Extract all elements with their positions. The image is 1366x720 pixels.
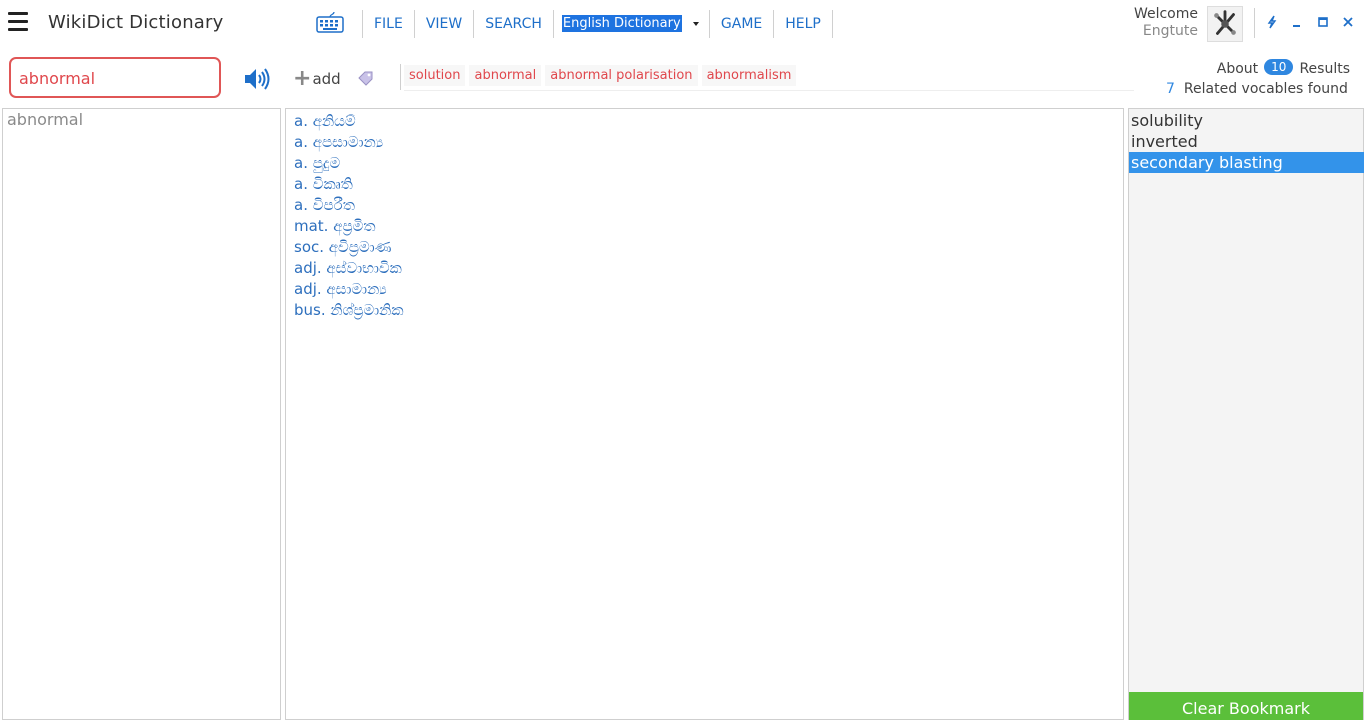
suggestion-list: solution abnormal abnormal polarisation …	[404, 65, 797, 86]
menu-file[interactable]: FILE	[362, 10, 414, 38]
bookmark-panel: solubility inverted secondary blasting	[1128, 108, 1364, 720]
lightning-icon[interactable]	[1264, 14, 1280, 30]
add-label: add	[312, 70, 341, 88]
title-separator	[1254, 8, 1255, 38]
meaning-item[interactable]: adj. අසාමාන්‍ය	[294, 279, 404, 300]
suggestion-solution[interactable]: solution	[404, 65, 466, 86]
suggestion-abnormal[interactable]: abnormal	[469, 65, 542, 86]
dictionary-select[interactable]: English Dictionary	[552, 10, 710, 38]
title-bar: WikiDict Dictionary FILE VIEW SEARCH Eng…	[0, 0, 1366, 46]
main-menu: FILE VIEW SEARCH English Dictionary GAME…	[362, 10, 833, 38]
bookmark-item[interactable]: inverted	[1129, 131, 1364, 152]
app-title: WikiDict Dictionary	[48, 12, 224, 33]
plus-icon: +	[293, 66, 312, 91]
search-toolbar: + add solution abnormal abnormal polaris…	[0, 46, 1366, 106]
related-count: 7	[1166, 81, 1175, 97]
results-summary: About 10 Results 7 Related vocables found	[1150, 59, 1350, 97]
meanings-panel: a. අනියම් a. අපසාමාන්‍ය a. පුදුම a. විකෘ…	[285, 108, 1124, 720]
menu-search[interactable]: SEARCH	[473, 10, 553, 38]
about-results-line: About 10 Results	[1150, 59, 1350, 79]
related-label: Related vocables found	[1183, 81, 1348, 97]
history-panel: abnormal	[2, 108, 281, 720]
meaning-item[interactable]: bus. නිශ්ප්‍රමානික	[294, 300, 404, 321]
chevron-down-icon	[692, 22, 699, 26]
meaning-item[interactable]: mat. අප්‍රමිත	[294, 216, 404, 237]
suggestions-divider	[400, 64, 401, 90]
meaning-item[interactable]: soc. අවිප්‍රමාණ	[294, 237, 404, 258]
welcome-block: Welcome Engtute	[1126, 6, 1198, 40]
bookmark-item-selected[interactable]: secondary blasting	[1129, 152, 1364, 173]
suggestion-abnormal-polarisation[interactable]: abnormal polarisation	[545, 65, 698, 86]
dictionary-select-value: English Dictionary	[561, 15, 682, 32]
bookmark-list: solubility inverted secondary blasting	[1129, 110, 1364, 173]
meaning-item[interactable]: a. අනියම්	[294, 111, 404, 132]
menu-view[interactable]: VIEW	[413, 10, 473, 38]
welcome-label: Welcome	[1133, 6, 1198, 22]
meaning-item[interactable]: a. විපරීත	[294, 195, 404, 216]
history-item[interactable]: abnormal	[7, 110, 83, 129]
add-word-button[interactable]: + add	[293, 66, 341, 91]
about-label: About	[1216, 61, 1259, 77]
clear-bookmark-button[interactable]: Clear Bookmark	[1129, 692, 1363, 720]
meaning-item[interactable]: a. විකෘති	[294, 174, 404, 195]
hamburger-menu-icon[interactable]	[8, 12, 28, 32]
speaker-icon[interactable]	[242, 66, 270, 92]
user-name: Engtute	[1142, 23, 1198, 39]
bookmark-item[interactable]: solubility	[1129, 110, 1364, 131]
meaning-item[interactable]: a. පුදුම	[294, 153, 404, 174]
meaning-item[interactable]: a. අපසාමාන්‍ය	[294, 132, 404, 153]
suggestions-underline	[404, 90, 1134, 91]
avatar-icon[interactable]	[1207, 6, 1243, 42]
related-vocables-line: 7 Related vocables found	[1166, 81, 1348, 97]
results-count-badge: 10	[1264, 59, 1294, 75]
results-label: Results	[1299, 61, 1350, 77]
menu-game[interactable]: GAME	[710, 10, 773, 38]
minimize-icon[interactable]	[1290, 14, 1306, 30]
meaning-item[interactable]: adj. අස්වාභාවික	[294, 258, 404, 279]
keyboard-icon[interactable]	[316, 12, 344, 34]
meaning-list: a. අනියම් a. අපසාමාන්‍ය a. පුදුම a. විකෘ…	[294, 111, 404, 321]
restore-icon[interactable]	[1315, 14, 1331, 30]
search-input[interactable]	[19, 67, 209, 89]
suggestion-abnormalism[interactable]: abnormalism	[701, 65, 797, 86]
tag-icon[interactable]	[357, 70, 375, 86]
menu-help[interactable]: HELP	[773, 10, 833, 38]
search-box	[9, 57, 221, 98]
close-icon[interactable]	[1340, 14, 1356, 30]
